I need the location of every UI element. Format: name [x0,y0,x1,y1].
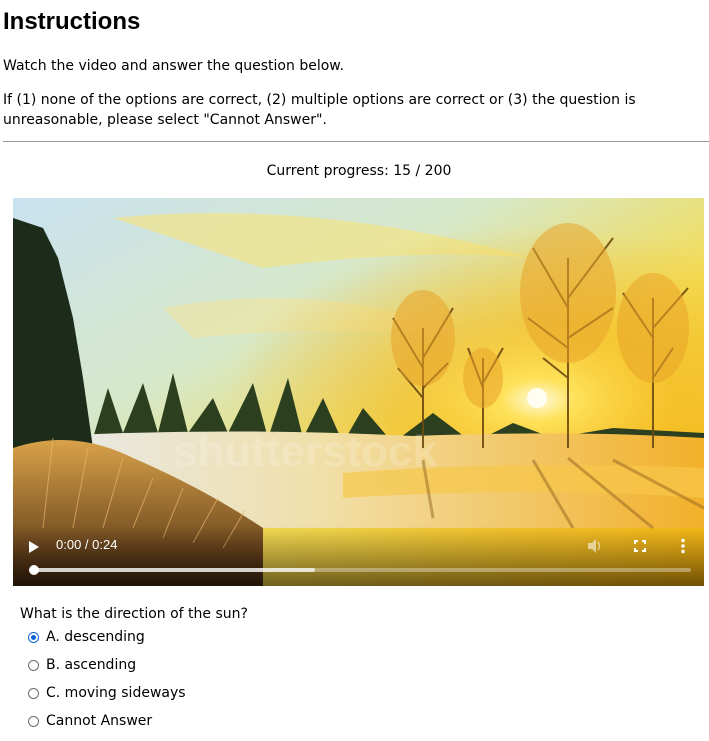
divider [3,141,709,142]
option-radio[interactable] [28,715,39,727]
option-label: Cannot Answer [46,713,153,729]
option-radio[interactable] [28,687,39,699]
option-radio[interactable] [28,631,39,643]
seek-bar[interactable] [29,565,691,575]
volume-icon [588,539,601,553]
play-icon [29,541,39,553]
video-controls: 0:00 / 0:24 [13,526,704,586]
instructions-title: Instructions [3,8,141,35]
seek-buffered [31,568,315,572]
option-c[interactable]: C. moving sideways [28,682,186,704]
option-label: A. descending [46,629,145,645]
more-options-icon [681,538,685,554]
play-button[interactable] [27,539,41,553]
progress-indicator: Current progress: 15 / 200 [266,163,452,179]
mute-button[interactable] [585,536,605,556]
survey-page: Instructions Watch the video and answer … [0,0,709,741]
watermark: shutterstock [173,427,438,476]
time-display: 0:00 / 0:24 [56,537,118,552]
option-label: B. ascending [46,657,137,673]
seek-thumb[interactable] [29,565,39,575]
video-player[interactable]: shutterstock 0:00 / 0:24 [13,198,704,586]
option-a[interactable]: A. descending [28,626,145,648]
fullscreen-icon [634,540,646,552]
more-options-button[interactable] [673,536,693,556]
option-label: C. moving sideways [46,685,186,701]
option-cannot-answer[interactable]: Cannot Answer [28,710,152,732]
question-text: What is the direction of the sun? [20,606,248,622]
option-b[interactable]: B. ascending [28,654,136,676]
instructions-text: Watch the video and answer the question … [3,58,344,74]
fullscreen-button[interactable] [630,536,650,556]
instructions-note: If (1) none of the options are correct, … [3,92,636,128]
option-radio[interactable] [28,659,39,671]
